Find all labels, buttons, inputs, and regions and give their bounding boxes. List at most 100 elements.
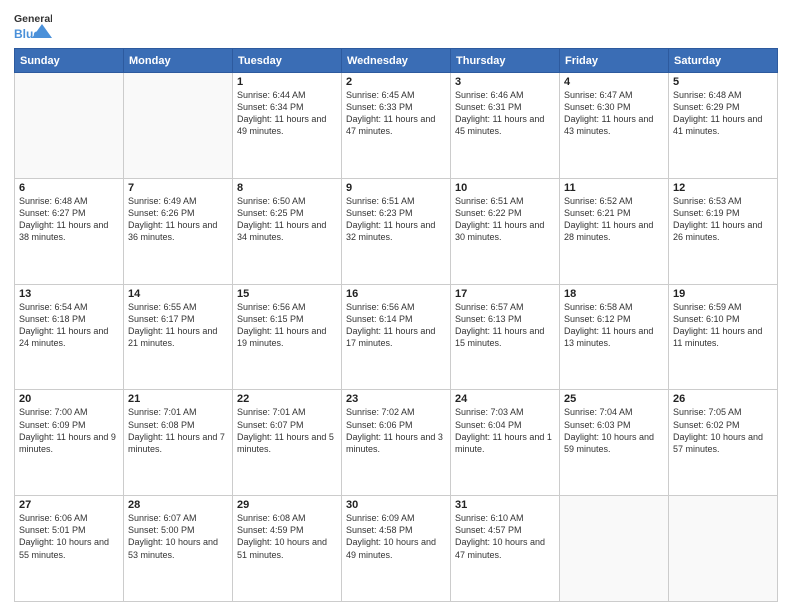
calendar-week-4: 20Sunrise: 7:00 AM Sunset: 6:09 PM Dayli… xyxy=(15,390,778,496)
cell-info: Sunrise: 6:46 AM Sunset: 6:31 PM Dayligh… xyxy=(455,89,555,138)
day-number: 3 xyxy=(455,76,555,88)
header: General Blue xyxy=(14,10,778,42)
cell-info: Sunrise: 6:59 AM Sunset: 6:10 PM Dayligh… xyxy=(673,301,773,350)
day-number: 9 xyxy=(346,182,446,194)
cell-info: Sunrise: 6:47 AM Sunset: 6:30 PM Dayligh… xyxy=(564,89,664,138)
day-number: 12 xyxy=(673,182,773,194)
calendar-cell xyxy=(560,496,669,602)
cell-info: Sunrise: 7:00 AM Sunset: 6:09 PM Dayligh… xyxy=(19,406,119,455)
cell-info: Sunrise: 7:01 AM Sunset: 6:08 PM Dayligh… xyxy=(128,406,228,455)
calendar-cell: 30Sunrise: 6:09 AM Sunset: 4:58 PM Dayli… xyxy=(342,496,451,602)
cell-info: Sunrise: 6:52 AM Sunset: 6:21 PM Dayligh… xyxy=(564,195,664,244)
cell-info: Sunrise: 7:02 AM Sunset: 6:06 PM Dayligh… xyxy=(346,406,446,455)
weekday-wednesday: Wednesday xyxy=(342,49,451,73)
cell-info: Sunrise: 6:58 AM Sunset: 6:12 PM Dayligh… xyxy=(564,301,664,350)
calendar-cell: 31Sunrise: 6:10 AM Sunset: 4:57 PM Dayli… xyxy=(451,496,560,602)
weekday-sunday: Sunday xyxy=(15,49,124,73)
day-number: 11 xyxy=(564,182,664,194)
day-number: 27 xyxy=(19,499,119,511)
cell-info: Sunrise: 6:48 AM Sunset: 6:29 PM Dayligh… xyxy=(673,89,773,138)
calendar-week-2: 6Sunrise: 6:48 AM Sunset: 6:27 PM Daylig… xyxy=(15,178,778,284)
day-number: 28 xyxy=(128,499,228,511)
calendar-cell: 20Sunrise: 7:00 AM Sunset: 6:09 PM Dayli… xyxy=(15,390,124,496)
calendar-cell: 25Sunrise: 7:04 AM Sunset: 6:03 PM Dayli… xyxy=(560,390,669,496)
calendar-cell: 4Sunrise: 6:47 AM Sunset: 6:30 PM Daylig… xyxy=(560,73,669,179)
day-number: 19 xyxy=(673,288,773,300)
day-number: 18 xyxy=(564,288,664,300)
calendar-cell xyxy=(124,73,233,179)
weekday-header-row: SundayMondayTuesdayWednesdayThursdayFrid… xyxy=(15,49,778,73)
cell-info: Sunrise: 6:56 AM Sunset: 6:15 PM Dayligh… xyxy=(237,301,337,350)
day-number: 4 xyxy=(564,76,664,88)
cell-info: Sunrise: 6:44 AM Sunset: 6:34 PM Dayligh… xyxy=(237,89,337,138)
calendar-cell: 11Sunrise: 6:52 AM Sunset: 6:21 PM Dayli… xyxy=(560,178,669,284)
calendar-cell: 2Sunrise: 6:45 AM Sunset: 6:33 PM Daylig… xyxy=(342,73,451,179)
calendar-cell: 16Sunrise: 6:56 AM Sunset: 6:14 PM Dayli… xyxy=(342,284,451,390)
page-container: General Blue SundayMondayTuesdayWednesda… xyxy=(0,0,792,612)
cell-info: Sunrise: 7:03 AM Sunset: 6:04 PM Dayligh… xyxy=(455,406,555,455)
calendar-cell: 8Sunrise: 6:50 AM Sunset: 6:25 PM Daylig… xyxy=(233,178,342,284)
day-number: 15 xyxy=(237,288,337,300)
calendar-cell: 28Sunrise: 6:07 AM Sunset: 5:00 PM Dayli… xyxy=(124,496,233,602)
cell-info: Sunrise: 6:48 AM Sunset: 6:27 PM Dayligh… xyxy=(19,195,119,244)
calendar-cell: 15Sunrise: 6:56 AM Sunset: 6:15 PM Dayli… xyxy=(233,284,342,390)
calendar-cell: 3Sunrise: 6:46 AM Sunset: 6:31 PM Daylig… xyxy=(451,73,560,179)
calendar-cell: 29Sunrise: 6:08 AM Sunset: 4:59 PM Dayli… xyxy=(233,496,342,602)
cell-info: Sunrise: 6:51 AM Sunset: 6:22 PM Dayligh… xyxy=(455,195,555,244)
cell-info: Sunrise: 6:08 AM Sunset: 4:59 PM Dayligh… xyxy=(237,512,337,561)
calendar-cell: 18Sunrise: 6:58 AM Sunset: 6:12 PM Dayli… xyxy=(560,284,669,390)
calendar-table: SundayMondayTuesdayWednesdayThursdayFrid… xyxy=(14,48,778,602)
cell-info: Sunrise: 6:49 AM Sunset: 6:26 PM Dayligh… xyxy=(128,195,228,244)
cell-info: Sunrise: 6:06 AM Sunset: 5:01 PM Dayligh… xyxy=(19,512,119,561)
day-number: 1 xyxy=(237,76,337,88)
cell-info: Sunrise: 6:07 AM Sunset: 5:00 PM Dayligh… xyxy=(128,512,228,561)
day-number: 8 xyxy=(237,182,337,194)
calendar-cell: 17Sunrise: 6:57 AM Sunset: 6:13 PM Dayli… xyxy=(451,284,560,390)
calendar-cell: 24Sunrise: 7:03 AM Sunset: 6:04 PM Dayli… xyxy=(451,390,560,496)
day-number: 10 xyxy=(455,182,555,194)
cell-info: Sunrise: 6:45 AM Sunset: 6:33 PM Dayligh… xyxy=(346,89,446,138)
logo: General Blue xyxy=(14,10,52,42)
calendar-cell: 19Sunrise: 6:59 AM Sunset: 6:10 PM Dayli… xyxy=(669,284,778,390)
cell-info: Sunrise: 6:56 AM Sunset: 6:14 PM Dayligh… xyxy=(346,301,446,350)
calendar-cell: 27Sunrise: 6:06 AM Sunset: 5:01 PM Dayli… xyxy=(15,496,124,602)
calendar-cell xyxy=(669,496,778,602)
day-number: 24 xyxy=(455,393,555,405)
day-number: 17 xyxy=(455,288,555,300)
cell-info: Sunrise: 7:01 AM Sunset: 6:07 PM Dayligh… xyxy=(237,406,337,455)
calendar-week-5: 27Sunrise: 6:06 AM Sunset: 5:01 PM Dayli… xyxy=(15,496,778,602)
cell-info: Sunrise: 7:04 AM Sunset: 6:03 PM Dayligh… xyxy=(564,406,664,455)
svg-text:General: General xyxy=(14,13,52,25)
day-number: 6 xyxy=(19,182,119,194)
calendar-week-3: 13Sunrise: 6:54 AM Sunset: 6:18 PM Dayli… xyxy=(15,284,778,390)
calendar-cell: 5Sunrise: 6:48 AM Sunset: 6:29 PM Daylig… xyxy=(669,73,778,179)
calendar-cell: 6Sunrise: 6:48 AM Sunset: 6:27 PM Daylig… xyxy=(15,178,124,284)
day-number: 13 xyxy=(19,288,119,300)
calendar-cell: 14Sunrise: 6:55 AM Sunset: 6:17 PM Dayli… xyxy=(124,284,233,390)
day-number: 31 xyxy=(455,499,555,511)
weekday-friday: Friday xyxy=(560,49,669,73)
day-number: 21 xyxy=(128,393,228,405)
logo-svg: General Blue xyxy=(14,10,52,42)
day-number: 16 xyxy=(346,288,446,300)
calendar-cell: 7Sunrise: 6:49 AM Sunset: 6:26 PM Daylig… xyxy=(124,178,233,284)
calendar-cell: 22Sunrise: 7:01 AM Sunset: 6:07 PM Dayli… xyxy=(233,390,342,496)
calendar-cell: 13Sunrise: 6:54 AM Sunset: 6:18 PM Dayli… xyxy=(15,284,124,390)
cell-info: Sunrise: 6:57 AM Sunset: 6:13 PM Dayligh… xyxy=(455,301,555,350)
calendar-cell: 21Sunrise: 7:01 AM Sunset: 6:08 PM Dayli… xyxy=(124,390,233,496)
calendar-cell: 1Sunrise: 6:44 AM Sunset: 6:34 PM Daylig… xyxy=(233,73,342,179)
cell-info: Sunrise: 6:10 AM Sunset: 4:57 PM Dayligh… xyxy=(455,512,555,561)
day-number: 20 xyxy=(19,393,119,405)
day-number: 25 xyxy=(564,393,664,405)
day-number: 7 xyxy=(128,182,228,194)
day-number: 14 xyxy=(128,288,228,300)
cell-info: Sunrise: 6:51 AM Sunset: 6:23 PM Dayligh… xyxy=(346,195,446,244)
weekday-tuesday: Tuesday xyxy=(233,49,342,73)
calendar-cell: 10Sunrise: 6:51 AM Sunset: 6:22 PM Dayli… xyxy=(451,178,560,284)
weekday-saturday: Saturday xyxy=(669,49,778,73)
day-number: 5 xyxy=(673,76,773,88)
day-number: 2 xyxy=(346,76,446,88)
calendar-cell: 23Sunrise: 7:02 AM Sunset: 6:06 PM Dayli… xyxy=(342,390,451,496)
day-number: 26 xyxy=(673,393,773,405)
calendar-cell: 9Sunrise: 6:51 AM Sunset: 6:23 PM Daylig… xyxy=(342,178,451,284)
